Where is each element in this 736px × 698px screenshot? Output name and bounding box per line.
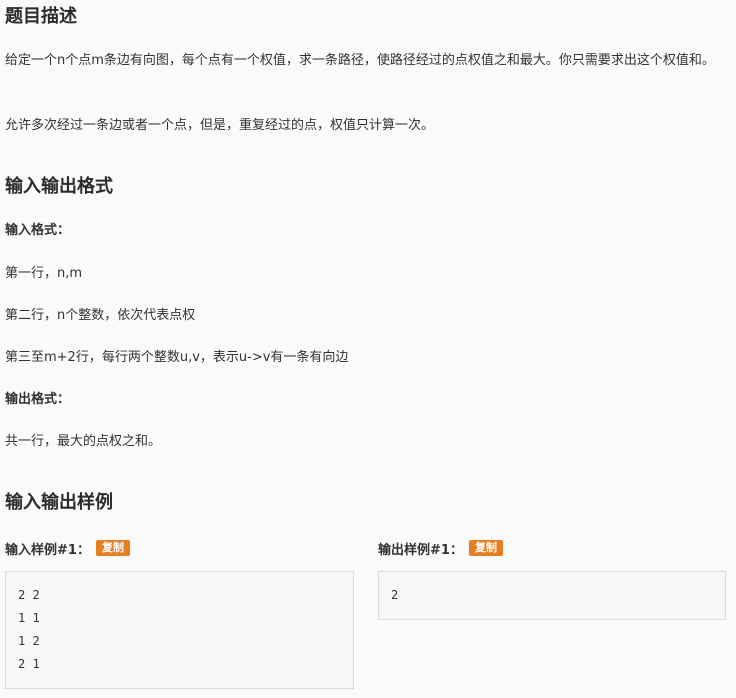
input-sample-label-text: 输入样例#1： [5,542,90,558]
output-sample-label: 输出样例#1： 复制 [378,538,503,558]
output-format-label: 输出格式： [5,392,71,407]
output-format-line-1: 共一行，最大的点权之和。 [5,434,162,449]
output-sample-label-text: 输出样例#1： [378,542,463,558]
input-sample-label: 输入样例#1： 复制 [5,538,130,558]
copy-input-button[interactable]: 复制 [95,540,130,556]
description-paragraph-1: 给定一个n个点m条边有向图，每个点有一个权值，求一条路径，使路径经过的点权值之和… [5,53,715,68]
input-format-label: 输入格式： [5,223,71,238]
input-sample-line: 1 1 [18,611,40,625]
input-sample-line: 2 2 [18,588,40,602]
input-format-line-1: 第一行，n,m [5,266,83,281]
input-format-line-2: 第二行，n个整数，依次代表点权 [5,308,196,323]
description-paragraph-2: 允许多次经过一条边或者一个点，但是，重复经过的点，权值只计算一次。 [5,118,435,133]
input-sample-box[interactable]: 2 2 1 1 1 2 2 1 [5,571,354,689]
output-sample-box[interactable]: 2 [378,571,726,620]
input-sample-line: 1 2 [18,634,40,648]
input-format-line-3: 第三至m+2行，每行两个整数u,v，表示u->v有一条有向边 [5,350,349,365]
input-sample-line: 2 1 [18,657,40,671]
io-format-title: 输入输出格式 [5,176,113,197]
description-title: 题目描述 [5,6,77,27]
output-sample-line: 2 [391,588,399,602]
samples-title: 输入输出样例 [5,492,113,513]
copy-output-button[interactable]: 复制 [468,540,503,556]
